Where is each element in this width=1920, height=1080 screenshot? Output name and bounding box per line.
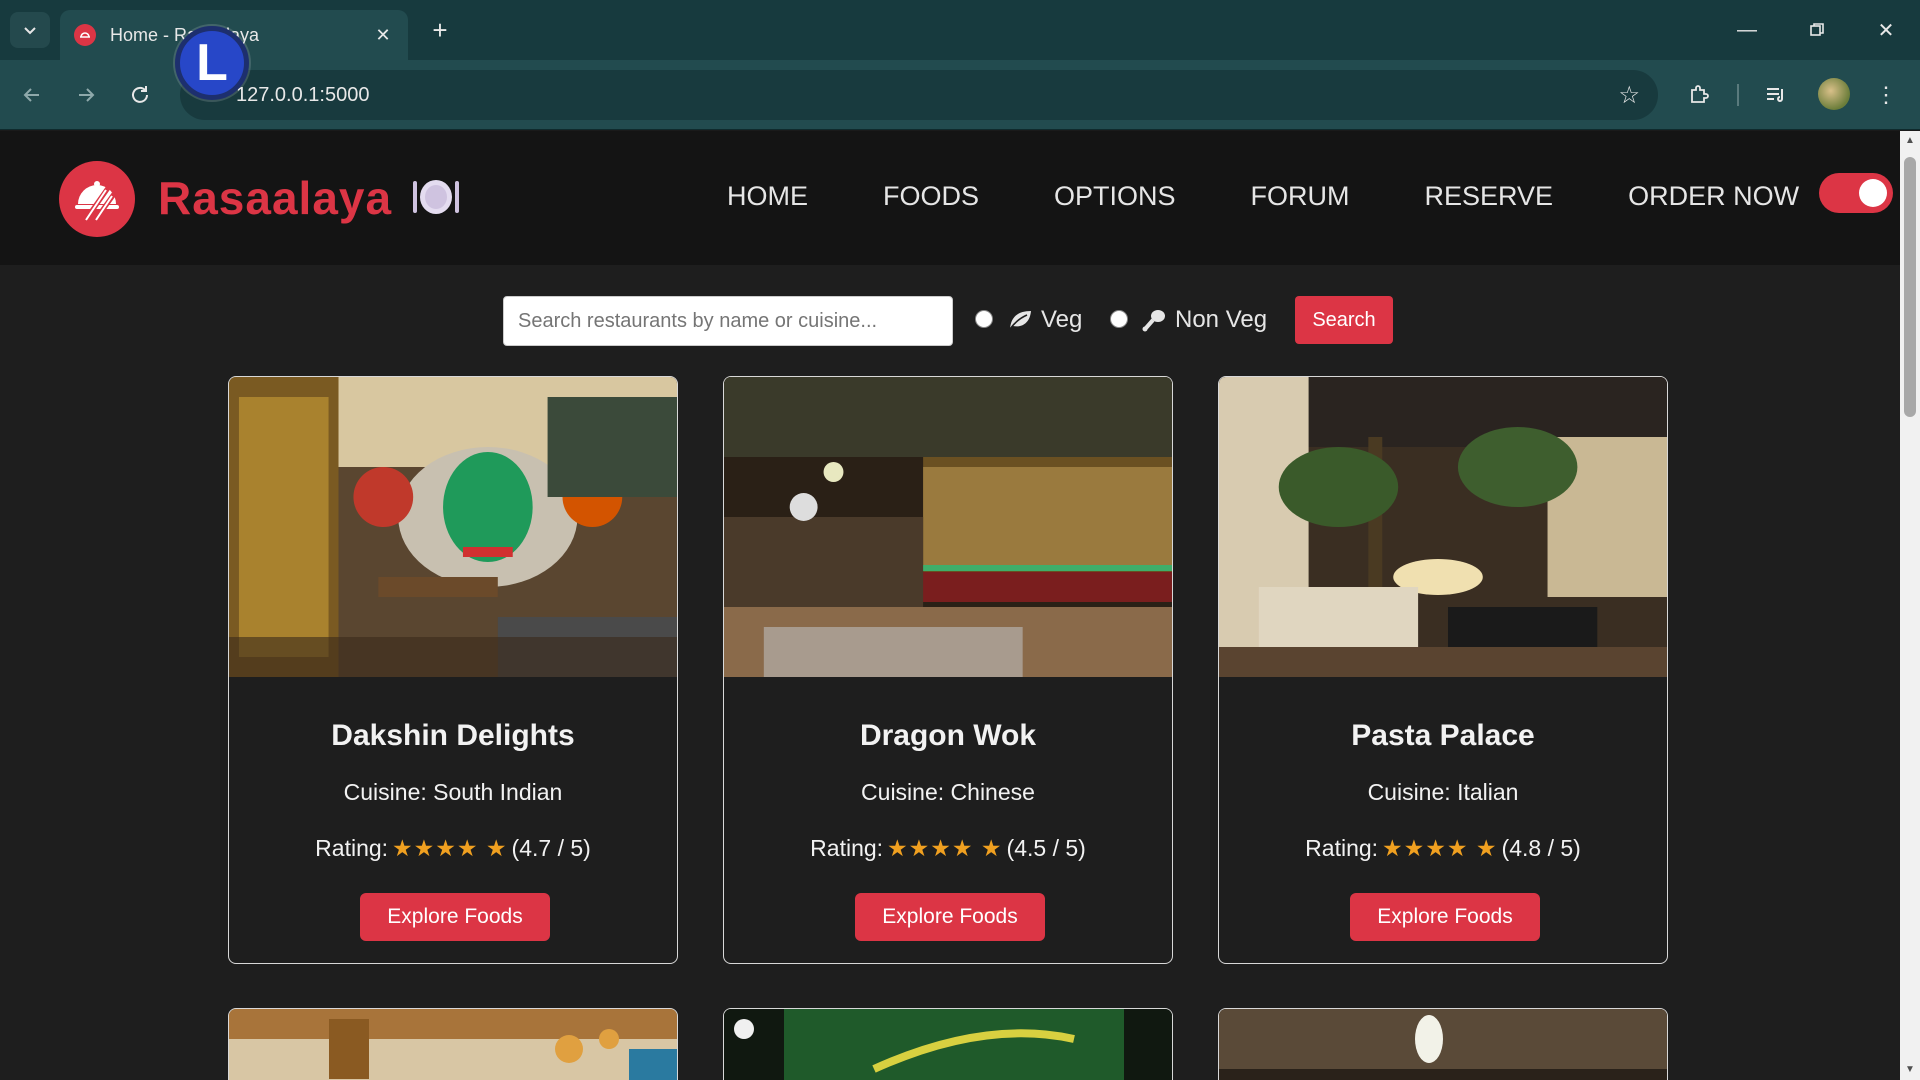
main-nav: HOME FOODS OPTIONS FORUM RESERVE ORDER N…: [727, 181, 1799, 212]
veg-radio[interactable]: [975, 310, 993, 328]
nav-order-now[interactable]: ORDER NOW: [1628, 181, 1799, 212]
plate-cutlery-icon: [412, 177, 460, 217]
page-viewport: Rasaalaya HOME FOODS OPTIONS FORUM RESER…: [0, 131, 1900, 1080]
restaurant-card: Dakshin Delights Cuisine: South Indian R…: [228, 376, 678, 964]
restaurant-rating: Rating: ★★★★ ★ (4.8 / 5): [1305, 835, 1581, 861]
restaurant-photo-pasta-palace: [1219, 377, 1667, 677]
restaurant-rating: Rating: ★★★★ ★ (4.5 / 5): [810, 835, 1086, 861]
restaurant-card-partial: [1218, 1008, 1668, 1080]
restaurant-name: Dakshin Delights: [331, 719, 575, 752]
profile-avatar[interactable]: [1818, 78, 1850, 110]
restore-window-icon[interactable]: [1797, 12, 1837, 48]
star-rating-icon: ★★★★ ★: [392, 835, 508, 861]
address-bar-url: 127.0.0.1:5000: [236, 83, 370, 106]
star-rating-icon: ★★★★ ★: [887, 835, 1003, 861]
star-rating-icon: ★★★★ ★: [1382, 835, 1498, 861]
page-scrollbar[interactable]: ▲ ▼: [1900, 131, 1920, 1080]
cloche-logo-icon[interactable]: [59, 161, 135, 237]
restaurant-photo-dakshin-delights: [229, 377, 677, 677]
address-bar[interactable]: 127.0.0.1:5000 ☆: [180, 70, 1658, 120]
search-button[interactable]: Search: [1295, 296, 1393, 344]
restaurant-card-partial: [228, 1008, 678, 1080]
browser-tab-bar: Home - Rasaalaya ✕ + — ✕: [0, 0, 1920, 60]
explore-foods-button[interactable]: Explore Foods: [360, 893, 550, 941]
brand-name[interactable]: Rasaalaya: [158, 171, 392, 225]
back-arrow-icon[interactable]: [14, 77, 50, 113]
restaurant-name: Pasta Palace: [1351, 719, 1535, 752]
non-veg-label-text: Non Veg: [1175, 306, 1268, 333]
scroll-down-arrow-icon[interactable]: ▼: [1904, 1064, 1916, 1076]
toolbar-separator: [1737, 84, 1739, 106]
forward-arrow-icon[interactable]: [68, 77, 104, 113]
bookmark-star-icon[interactable]: ☆: [1618, 81, 1640, 110]
veg-label-text: Veg: [1041, 306, 1083, 333]
explore-foods-button[interactable]: Explore Foods: [855, 893, 1045, 941]
minimize-window-icon[interactable]: —: [1727, 12, 1767, 48]
nav-options[interactable]: OPTIONS: [1054, 181, 1176, 212]
theme-toggle-switch[interactable]: [1819, 173, 1893, 213]
explore-foods-button[interactable]: Explore Foods: [1350, 893, 1540, 941]
site-favicon-icon: [74, 24, 96, 46]
overlay-letter-badge: L: [175, 26, 249, 100]
restaurant-photo-partial: [229, 1009, 677, 1080]
chevron-down-icon: [24, 27, 36, 35]
restaurant-card-partial: [723, 1008, 1173, 1080]
scroll-up-arrow-icon[interactable]: ▲: [1904, 135, 1916, 147]
nav-home[interactable]: HOME: [727, 181, 808, 212]
nav-forum[interactable]: FORUM: [1251, 181, 1350, 212]
search-bar-row: Veg Non Veg Search: [0, 296, 1900, 346]
restaurant-cuisine: Cuisine: Chinese: [861, 779, 1035, 805]
extensions-puzzle-icon[interactable]: [1681, 77, 1717, 113]
new-tab-button[interactable]: +: [424, 14, 456, 46]
site-header: Rasaalaya HOME FOODS OPTIONS FORUM RESER…: [0, 131, 1900, 265]
restaurant-photo-partial: [1219, 1009, 1667, 1080]
tab-close-icon[interactable]: ✕: [372, 24, 394, 46]
scrollbar-thumb[interactable]: [1904, 157, 1916, 417]
browser-menu-icon[interactable]: ⋮: [1868, 77, 1904, 113]
toggle-knob: [1859, 179, 1887, 207]
restaurant-rating: Rating: ★★★★ ★ (4.7 / 5): [315, 835, 591, 861]
restaurant-photo-partial: [724, 1009, 1172, 1080]
leaf-icon: [1009, 311, 1031, 330]
nav-foods[interactable]: FOODS: [883, 181, 979, 212]
browser-toolbar: 127.0.0.1:5000 ☆ ⋮: [0, 60, 1920, 130]
drumstick-icon: [1142, 310, 1165, 332]
restaurant-photo-dragon-wok: [724, 377, 1172, 677]
reload-icon[interactable]: [122, 77, 158, 113]
restaurant-cuisine: Cuisine: Italian: [1367, 779, 1519, 805]
non-veg-radio-label[interactable]: Non Veg: [1141, 306, 1267, 334]
restaurant-card: Dragon Wok Cuisine: Chinese Rating: ★★★★ …: [723, 376, 1173, 964]
restaurant-name: Dragon Wok: [859, 719, 1037, 752]
restaurant-card: Pasta Palace Cuisine: Italian Rating: ★★★…: [1218, 376, 1668, 964]
tab-search-button[interactable]: [10, 12, 50, 48]
non-veg-radio[interactable]: [1110, 310, 1128, 328]
nav-reserve[interactable]: RESERVE: [1425, 181, 1554, 212]
media-queue-icon[interactable]: [1758, 77, 1794, 113]
veg-radio-label[interactable]: Veg: [1007, 306, 1082, 334]
restaurant-cuisine: Cuisine: South Indian: [343, 779, 563, 805]
close-window-icon[interactable]: ✕: [1866, 12, 1906, 48]
restaurant-search-input[interactable]: [503, 296, 953, 346]
